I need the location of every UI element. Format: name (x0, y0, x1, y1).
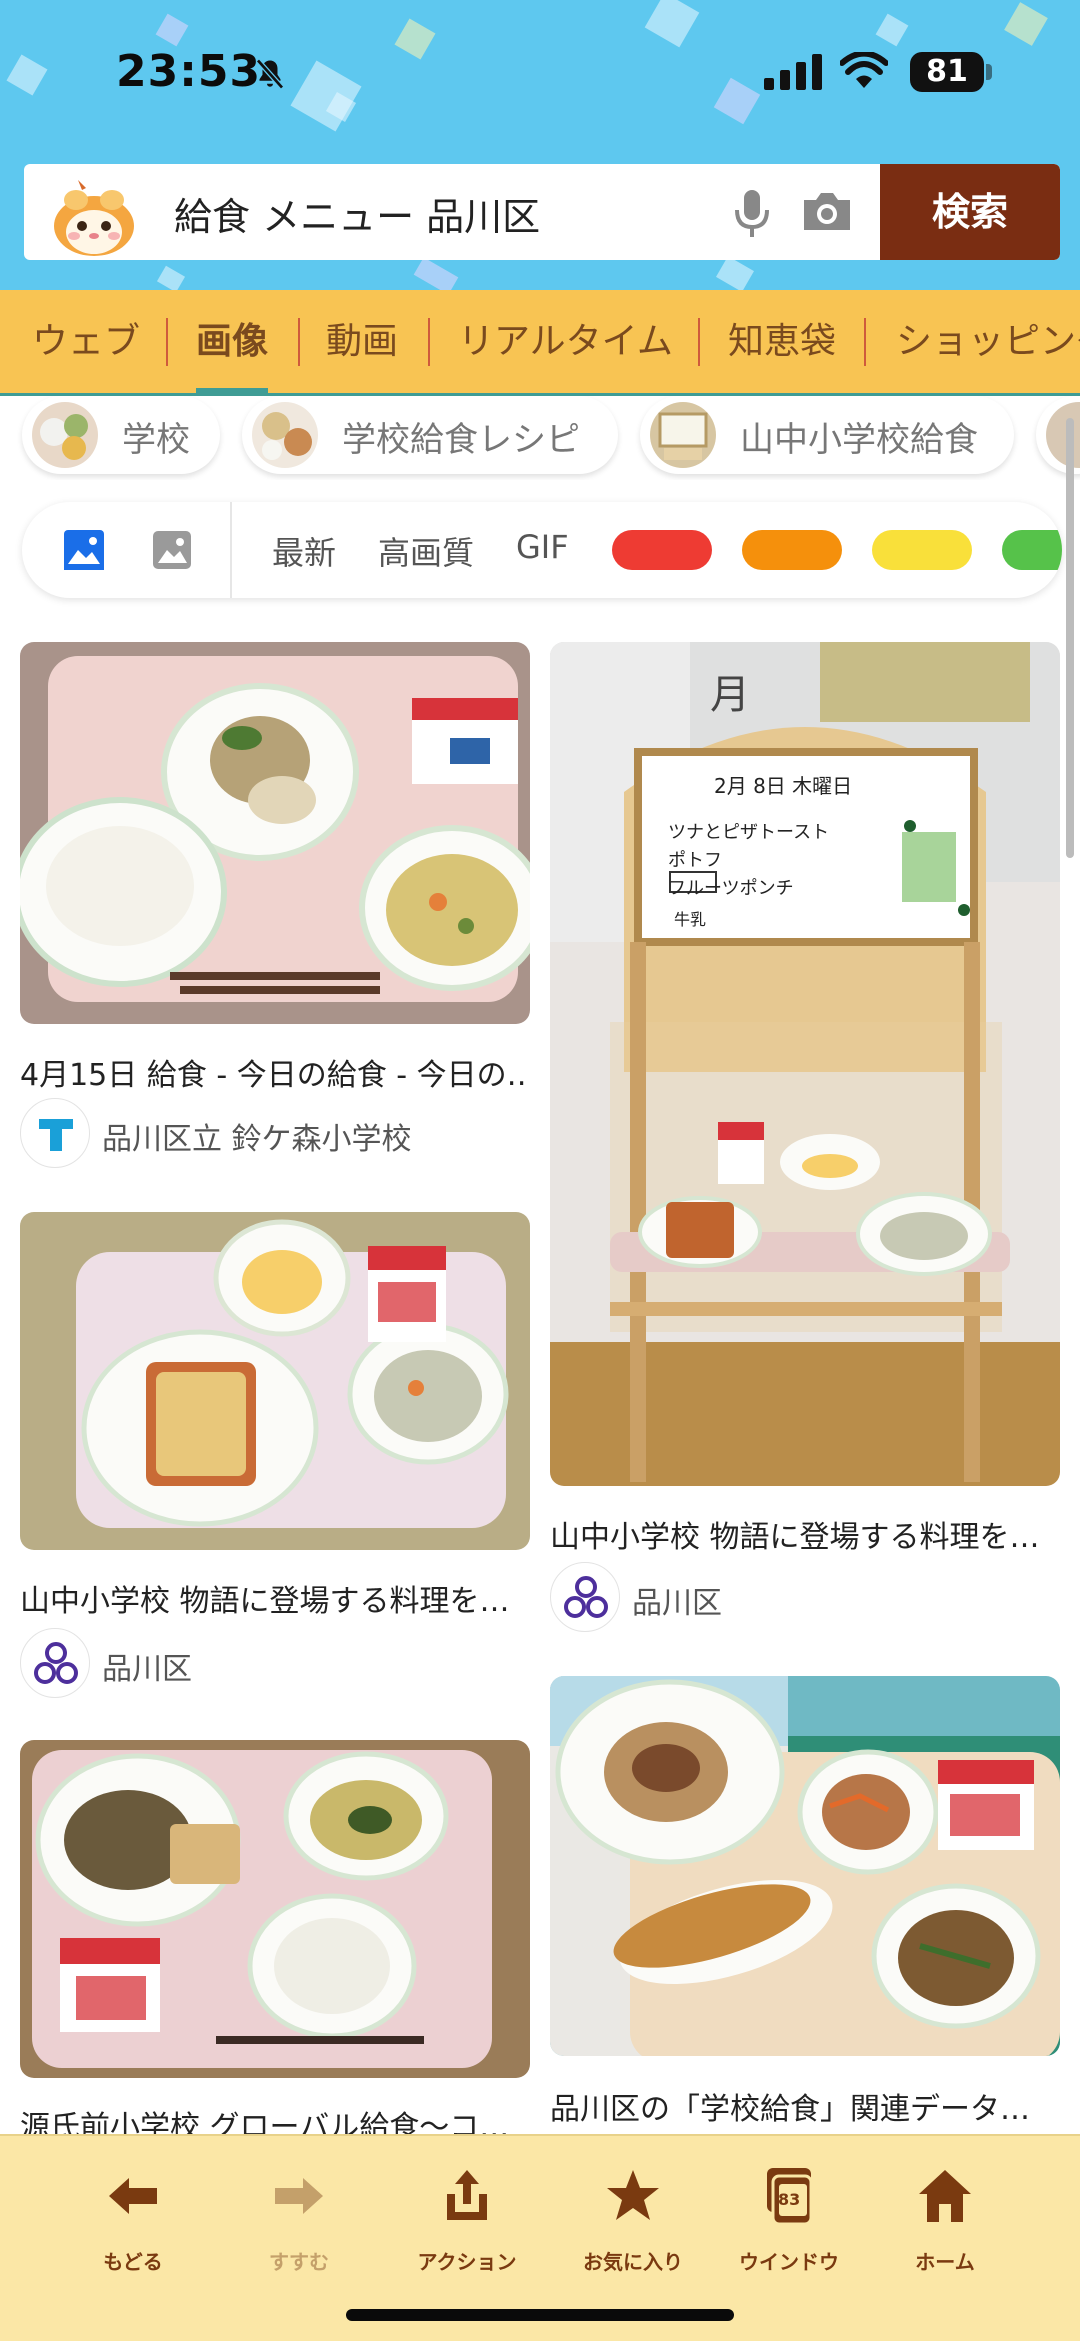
color-filter-orange[interactable] (742, 530, 842, 570)
mic-icon[interactable] (724, 184, 780, 240)
whiteboard-line: ポトフ (668, 850, 722, 871)
tab-divider (698, 318, 700, 366)
toolbar-label: もどる (103, 2250, 163, 2274)
toolbar-label: ウインドウ (739, 2250, 839, 2274)
filter-divider (230, 502, 232, 598)
shinagawa-logo-icon (20, 1628, 90, 1698)
scrollbar[interactable] (1066, 418, 1074, 858)
whiteboard-date: 2月 8日 木曜日 (714, 774, 853, 798)
result-image[interactable]: 月 2月 8日 木曜日 ツナとピザトースト ポトフ フルーツポンチ 牛乳 (550, 642, 1060, 1486)
toolbar-label: ホーム (915, 2250, 975, 2274)
result-title[interactable]: 4月15日 給食 - 今日の給食 - 今日の… (20, 1050, 530, 1094)
favorites-button[interactable]: お気に入り (558, 2166, 708, 2286)
windows-button[interactable]: 83 ウインドウ (714, 2166, 864, 2286)
battery-tip (986, 64, 992, 80)
tab-divider (166, 318, 168, 366)
result-image[interactable] (550, 1676, 1060, 2056)
result-card[interactable]: 月 2月 8日 木曜日 ツナとピザトースト ポトフ フルーツポンチ 牛乳 山中小… (550, 642, 1060, 1632)
result-card[interactable]: 源氏前小学校 グローバル給食〜コ… (20, 1740, 530, 2145)
result-source[interactable]: 品川区 (550, 1562, 1060, 1634)
guinea-pig-mascot (54, 180, 134, 256)
toolbar-label: お気に入り (583, 2250, 683, 2274)
tab-web[interactable]: ウェブ (32, 290, 140, 393)
source-label: 品川区 (102, 1652, 192, 1687)
chip-label: 山中小学校給食 (740, 420, 978, 460)
forward-button[interactable]: すすむ (224, 2166, 374, 2286)
search-tabs: ウェブ 画像 動画 リアルタイム 知恵袋 ショッピング (0, 290, 1080, 396)
result-card[interactable]: 山中小学校 物語に登場する料理を… 品川区 (20, 1212, 530, 1702)
wifi-icon (840, 52, 888, 88)
result-source[interactable]: 品川区 (20, 1628, 530, 1700)
tab-divider (298, 318, 300, 366)
toolbar-label: アクション (417, 2250, 517, 2274)
chip-label: 学校 (122, 420, 190, 460)
result-title[interactable]: 山中小学校 物語に登場する料理を… (20, 1576, 530, 1620)
result-image[interactable] (20, 642, 530, 1024)
source-label: 品川区立 鈴ケ森小学校 (102, 1122, 412, 1157)
search-button[interactable]: 検索 (880, 164, 1060, 260)
tab-chiebukuro[interactable]: 知恵袋 (728, 290, 836, 393)
result-image[interactable] (20, 1740, 530, 2078)
tab-videos[interactable]: 動画 (326, 290, 398, 393)
action-button[interactable]: アクション (392, 2166, 542, 2286)
result-title[interactable]: 品川区の「学校給食」関連データ… (550, 2084, 1060, 2128)
tab-divider (864, 318, 866, 366)
back-button[interactable]: もどる (58, 2166, 208, 2286)
result-title[interactable]: 山中小学校 物語に登場する料理を… (550, 1512, 1060, 1556)
chip-yamanaka-lunch[interactable]: 山中小学校給食 (640, 396, 1014, 474)
back-arrow-icon (109, 2178, 157, 2214)
t-logo-icon (20, 1098, 90, 1168)
status-time: 23:53 (116, 46, 262, 97)
filter-gif[interactable]: GIF (516, 528, 569, 566)
whiteboard-line: フルーツポンチ (668, 878, 794, 899)
tab-divider (428, 318, 430, 366)
shinagawa-logo-icon (550, 1562, 620, 1632)
status-bar: 23:53 81 (0, 0, 1080, 150)
share-icon (447, 2170, 487, 2220)
color-filter-red[interactable] (612, 530, 712, 570)
filter-bar: 最新 高画質 GIF (22, 502, 1062, 598)
camera-icon[interactable] (798, 184, 856, 240)
whiteboard-header: 月 (710, 672, 750, 718)
forward-arrow-icon (275, 2178, 323, 2214)
color-filter-green[interactable] (1002, 530, 1062, 570)
chip-school-lunch-recipe[interactable]: 学校給食レシピ (242, 396, 618, 474)
window-count: 83 (778, 2190, 801, 2209)
whiteboard-line: 牛乳 (674, 910, 707, 929)
tab-images[interactable]: 画像 (196, 290, 269, 393)
result-card[interactable]: 品川区の「学校給食」関連データ… (550, 1676, 1060, 2134)
header: 23:53 81 給食 メニュー 品川区 検索 (0, 0, 1080, 290)
signal-icon (764, 54, 822, 90)
result-card[interactable]: 4月15日 給食 - 今日の給食 - 今日の… 品川区立 鈴ケ森小学校 (20, 642, 530, 1168)
search-query[interactable]: 給食 メニュー 品川区 (174, 186, 540, 241)
bell-off-icon (256, 58, 284, 90)
home-button[interactable]: ホーム (870, 2166, 1020, 2286)
home-icon (919, 2170, 971, 2222)
related-chips: 学校 学校給食レシピ 山中小学校給食 (0, 396, 1080, 480)
toolbar-label: すすむ (269, 2250, 329, 2274)
image-outline-icon[interactable] (150, 528, 194, 572)
chip-label: 学校給食レシピ (342, 420, 580, 460)
source-label: 品川区 (632, 1586, 722, 1621)
chip-thumbnail (650, 402, 716, 468)
star-icon (607, 2170, 659, 2220)
chip-school[interactable]: 学校 (22, 396, 220, 474)
home-indicator[interactable] (346, 2309, 734, 2321)
chip-thumbnail (252, 402, 318, 468)
chip-thumbnail (32, 402, 98, 468)
result-source[interactable]: 品川区立 鈴ケ森小学校 (20, 1098, 530, 1170)
chip-thumbnail (1046, 402, 1080, 468)
filter-latest[interactable]: 最新 (272, 528, 336, 574)
filter-high-quality[interactable]: 高画質 (378, 528, 474, 574)
whiteboard-line: ツナとピザトースト (668, 822, 830, 843)
color-filter-yellow[interactable] (872, 530, 972, 570)
result-image[interactable] (20, 1212, 530, 1550)
tab-shopping[interactable]: ショッピング (896, 290, 1080, 393)
search-box[interactable]: 給食 メニュー 品川区 検索 (24, 164, 1060, 260)
tab-realtime[interactable]: リアルタイム (458, 290, 673, 393)
image-filled-icon[interactable] (62, 528, 106, 572)
battery-icon: 81 (910, 52, 984, 92)
